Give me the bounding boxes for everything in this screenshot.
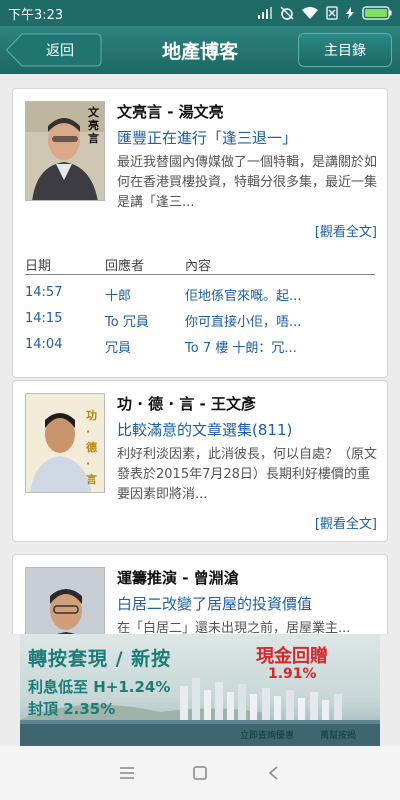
col-content: 內容 [185,259,212,274]
post-author: 運籌推演 - 曾淵滄 [117,569,239,587]
read-more-link[interactable]: [觀看全文] [315,513,377,532]
reply-date: 14:57 [25,285,63,300]
reply-table-header: 日期 回應者 內容 [25,251,375,275]
reply-date: 14:15 [25,311,63,326]
reply-responder: To 冗員 [105,315,149,330]
reply-row[interactable]: 14:15 To 冗員 你可直接小佢，唔... [25,307,375,333]
ad-promo: 現金回贈 [256,646,328,667]
read-more-link[interactable]: [觀看全文] [315,221,377,240]
author-photo [25,567,105,634]
ad-headline: 轉按套現 / 新按 [28,648,172,670]
back-triangle-icon[interactable] [258,758,288,788]
reply-responder: 十郎 [105,289,132,304]
blog-list: 文亮言 文亮言 - 湯文亮 匯豐正在進行「逢三退一」 最近我替國內傳媒做了一個特… [0,74,400,634]
post-excerpt: 利好利淡因素，此消彼長，何以自處？（原文發表於2015年7月28日）長期利好樓價… [117,447,378,502]
ad-brand: 萬幫按揭 [320,731,357,741]
system-nav-bar [0,746,400,800]
post-headline[interactable]: 比較滿意的文章選集(811) [117,419,292,440]
ad-rate: 利息低至 H+1.24% [28,678,171,696]
ad-cap: 封頂 2.35% [28,700,116,718]
photo-caption: 文亮言 [88,106,99,145]
col-date: 日期 [25,259,52,274]
photo-caption: 功·德·言 [86,409,97,486]
status-bar: 下午3:23 [0,0,400,26]
signal-icon [258,7,272,19]
blog-card[interactable]: 運籌推演 - 曾淵滄 白居二改變了居屋的投資價值 在「白居二」還未出現之前，居屋… [12,554,388,634]
post-headline[interactable]: 白居二改變了居屋的投資價值 [117,593,312,614]
back-button[interactable]: 返回 [6,33,102,67]
reply-content: 你可直接小佢，唔... [185,315,302,330]
reply-responder: 冗員 [105,341,132,356]
author-photo: 功·德·言 [25,393,105,493]
back-button-label: 返回 [46,43,74,59]
sim-blocked-icon [326,6,338,20]
blog-card[interactable]: 功·德·言 功 · 德 · 言 - 王文彥 比較滿意的文章選集(811) 利好利… [12,380,388,542]
ad-enquiry: 立即查詢優惠 [240,731,295,741]
app-header: 返回 地產博客 主目錄 [0,26,400,74]
reply-content: To 7 樓 十朗：冗... [185,341,297,356]
alarm-off-icon [280,6,294,20]
reply-row[interactable]: 14:57 十郎 佢地係官來嘅。起... [25,281,375,307]
status-icons [258,6,392,20]
post-headline[interactable]: 匯豐正在進行「逢三退一」 [117,127,297,148]
post-author: 功 · 德 · 言 - 王文彥 [117,395,256,413]
home-button[interactable]: 主目錄 [298,33,392,67]
home-square-icon[interactable] [185,758,215,788]
post-excerpt: 最近我替國內傳媒做了一個特輯，是講關於如何在香港買樓投資，特輯分很多集，最近一集… [117,155,378,210]
reply-date: 14:04 [25,337,63,352]
post-excerpt: 在「白居二」還未出現之前，居屋業主... [117,621,351,634]
ad-promo-rate: 1.91% [268,666,317,682]
wifi-icon [302,7,318,19]
charging-icon [346,7,354,19]
reply-row[interactable]: 14:04 冗員 To 7 樓 十朗：冗... [25,333,375,359]
menu-icon[interactable] [112,758,142,788]
author-photo: 文亮言 [25,101,105,201]
ad-banner[interactable]: 轉按套現 / 新按 利息低至 H+1.24% 封頂 2.35% 現金回贈 1.9… [20,634,380,746]
reply-content: 佢地係官來嘅。起... [185,289,302,304]
battery-icon [362,6,392,20]
status-time: 下午3:23 [8,7,64,23]
col-responder: 回應者 [105,259,145,274]
blog-card[interactable]: 文亮言 文亮言 - 湯文亮 匯豐正在進行「逢三退一」 最近我替國內傳媒做了一個特… [12,88,388,378]
post-author: 文亮言 - 湯文亮 [117,103,224,121]
